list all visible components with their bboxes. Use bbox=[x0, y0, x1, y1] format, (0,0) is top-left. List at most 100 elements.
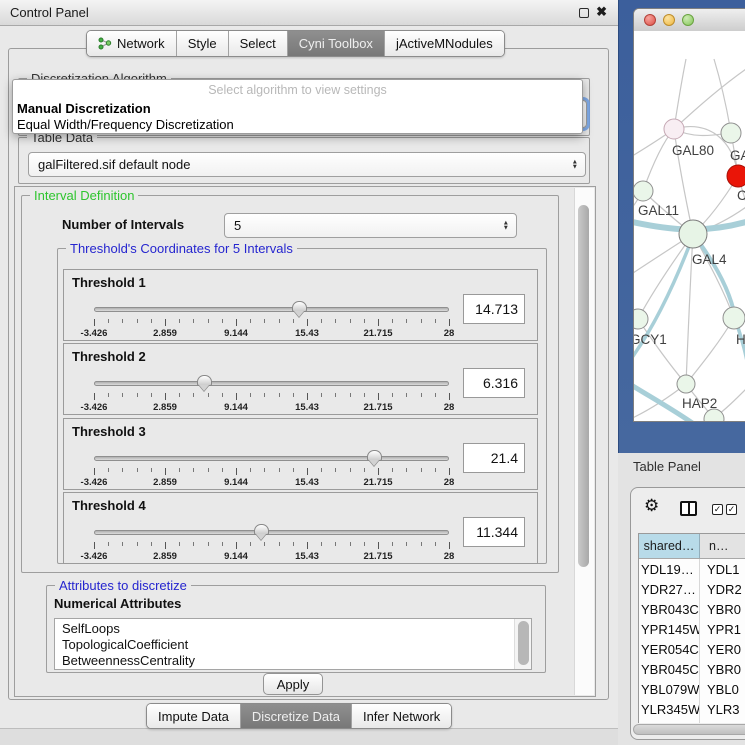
panel-title: Control Panel bbox=[10, 5, 89, 20]
num-intervals-combobox[interactable]: 5 ▲▼ bbox=[224, 213, 517, 238]
slider-track[interactable] bbox=[94, 456, 449, 461]
tab-jactivemnodules[interactable]: jActiveMNodules bbox=[385, 31, 504, 56]
algorithm-option[interactable]: Equal Width/Frequency Discretization bbox=[13, 117, 582, 133]
tick-mark bbox=[236, 468, 237, 475]
tab-discretize-data[interactable]: Discretize Data bbox=[241, 704, 352, 728]
table-cell: YDL19… bbox=[639, 559, 700, 579]
thresholds-group: Threshold's Coordinates for 5 Intervals … bbox=[57, 248, 547, 564]
tick-mark bbox=[264, 319, 265, 323]
tick-mark bbox=[449, 468, 450, 475]
tick-mark bbox=[406, 319, 407, 323]
tick-mark bbox=[335, 542, 336, 546]
slider-thumb[interactable] bbox=[367, 450, 382, 461]
tick-mark bbox=[264, 393, 265, 397]
threshold-value-field[interactable]: 6.316 bbox=[463, 368, 525, 398]
attribute-item[interactable]: BetweennessCentrality bbox=[55, 653, 531, 669]
tab-select[interactable]: Select bbox=[229, 31, 288, 56]
slider-track[interactable] bbox=[94, 530, 449, 535]
network-node-top-right[interactable] bbox=[721, 123, 741, 143]
apply-button[interactable]: Apply bbox=[263, 673, 323, 695]
list-scrollbar-thumb[interactable] bbox=[518, 621, 529, 665]
tick-mark bbox=[151, 319, 152, 323]
slider-thumb[interactable] bbox=[292, 301, 307, 312]
float-window-icon[interactable] bbox=[579, 8, 589, 18]
tab-label: jActiveMNodules bbox=[396, 36, 493, 51]
slider-ticks bbox=[94, 319, 449, 327]
settings-scrollbar[interactable] bbox=[574, 188, 594, 695]
table-data-combobox[interactable]: galFiltered.sif default node ▲▼ bbox=[28, 152, 586, 177]
tab-style[interactable]: Style bbox=[177, 31, 229, 56]
table-hscrollbar-thumb[interactable] bbox=[633, 724, 745, 735]
table-row[interactable]: YBR045CYBR0 bbox=[639, 659, 745, 679]
window-zoom-icon[interactable] bbox=[682, 14, 694, 26]
network-edge bbox=[674, 69, 745, 129]
table-row[interactable]: YDR27…YDR2 bbox=[639, 579, 745, 599]
window-minimize-icon[interactable] bbox=[663, 14, 675, 26]
tick-mark bbox=[449, 319, 450, 326]
tab-cyni-toolbox[interactable]: Cyni Toolbox bbox=[288, 31, 385, 56]
tick-mark bbox=[364, 319, 365, 323]
tick-mark bbox=[236, 319, 237, 326]
table-row[interactable]: YPR145WYPR1 bbox=[639, 619, 745, 639]
attribute-item[interactable]: SelfLoops bbox=[55, 621, 531, 637]
network-node-gal4[interactable] bbox=[679, 220, 707, 248]
dropdown-options: Manual DiscretizationEqual Width/Frequen… bbox=[13, 101, 582, 133]
combo-arrows-icon: ▲▼ bbox=[572, 159, 578, 170]
tick-mark bbox=[293, 393, 294, 397]
tick-mark bbox=[335, 468, 336, 472]
tick-mark bbox=[122, 319, 123, 323]
tick-mark bbox=[264, 468, 265, 472]
threshold-value-field[interactable]: 11.344 bbox=[463, 517, 525, 547]
slider-track[interactable] bbox=[94, 307, 449, 312]
checkbox-icon[interactable]: ✓ bbox=[712, 504, 723, 515]
node-label: GAL80 bbox=[672, 143, 714, 158]
tab-label: Cyni Toolbox bbox=[299, 36, 373, 51]
node-label: H bbox=[736, 332, 745, 347]
list-scrollbar[interactable] bbox=[514, 619, 531, 669]
tick-mark bbox=[94, 319, 95, 326]
attribute-item[interactable]: TopologicalCoefficient bbox=[55, 637, 531, 653]
table-cell: YBR043C bbox=[639, 599, 700, 619]
table-hscrollbar[interactable] bbox=[633, 723, 745, 737]
column-header[interactable]: n… bbox=[700, 534, 745, 558]
close-icon[interactable]: ✖ bbox=[596, 4, 607, 20]
network-node-gcy1[interactable] bbox=[634, 309, 648, 329]
table-row[interactable]: YLR345WYLR3 bbox=[639, 699, 745, 719]
algorithm-option[interactable]: Manual Discretization bbox=[13, 101, 582, 117]
tab-network[interactable]: Network bbox=[87, 31, 177, 56]
column-header[interactable]: shared… bbox=[639, 534, 700, 558]
slider-thumb[interactable] bbox=[254, 524, 269, 535]
network-canvas[interactable]: GAL80GACGAL11GAL4GCY1HHAP2 bbox=[634, 31, 745, 422]
table-row[interactable]: YER054CYER0 bbox=[639, 639, 745, 659]
tick-mark bbox=[193, 468, 194, 472]
settings-scrollbar-thumb[interactable] bbox=[578, 205, 589, 567]
slider-track[interactable] bbox=[94, 381, 449, 386]
axis-tick-label: 28 bbox=[444, 402, 455, 413]
table-row[interactable]: YBR043CYBR0 bbox=[639, 599, 745, 619]
table-row[interactable]: YBL079WYBL0 bbox=[639, 679, 745, 699]
attributes-listbox[interactable]: SelfLoopsTopologicalCoefficientBetweenne… bbox=[54, 618, 532, 670]
column-layout-icon[interactable] bbox=[680, 501, 697, 516]
slider-thumb[interactable] bbox=[197, 375, 212, 386]
tick-mark bbox=[364, 468, 365, 472]
window-close-icon[interactable] bbox=[644, 14, 656, 26]
network-node-red-selected[interactable] bbox=[727, 165, 745, 187]
threshold-slider: -3.4262.8599.14415.4321.71528 bbox=[94, 374, 449, 414]
tick-mark bbox=[321, 319, 322, 323]
tick-mark bbox=[435, 542, 436, 546]
checkbox-icon[interactable]: ✓ bbox=[726, 504, 737, 515]
num-intervals-label: Number of Intervals bbox=[62, 217, 184, 232]
network-node-pink[interactable] bbox=[664, 119, 684, 139]
network-node-h[interactable] bbox=[723, 307, 745, 329]
tab-infer-network[interactable]: Infer Network bbox=[352, 704, 451, 728]
tick-mark bbox=[208, 393, 209, 397]
threshold-value-field[interactable]: 21.4 bbox=[463, 443, 525, 473]
tick-mark bbox=[421, 468, 422, 472]
gear-icon[interactable]: ⚙ bbox=[644, 496, 659, 516]
table-rows: YDL19…YDL1YDR27…YDR2YBR043CYBR0YPR145WYP… bbox=[639, 559, 745, 737]
tab-impute-data[interactable]: Impute Data bbox=[147, 704, 241, 728]
threshold-value-field[interactable]: 14.713 bbox=[463, 294, 525, 324]
network-node-gal11[interactable] bbox=[634, 181, 653, 201]
table-row[interactable]: YDL19…YDL1 bbox=[639, 559, 745, 579]
network-node-hap2[interactable] bbox=[677, 375, 695, 393]
